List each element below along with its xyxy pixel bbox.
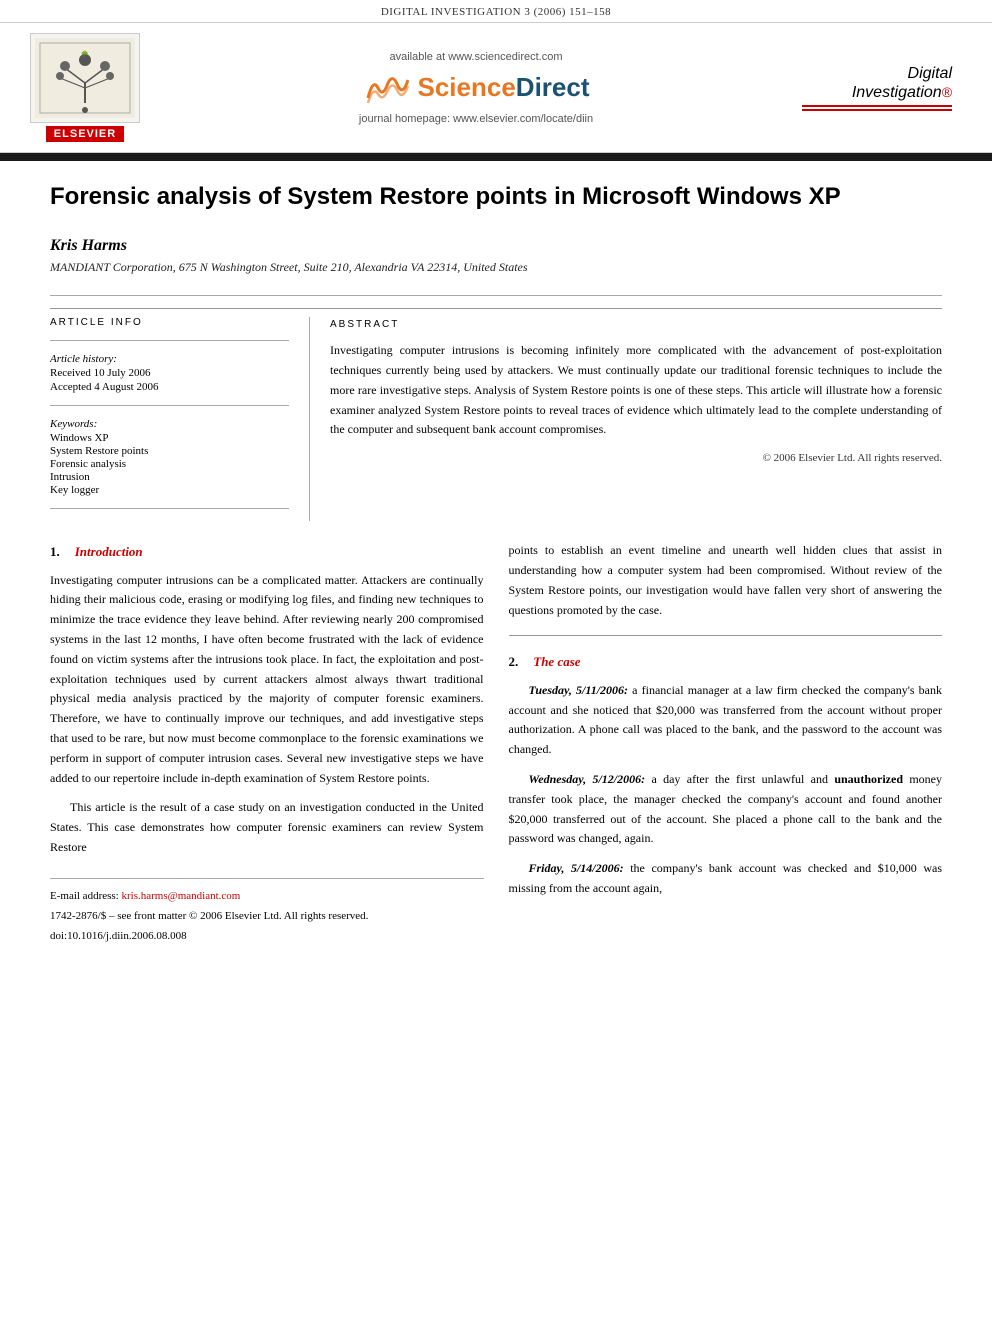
- section2-paragraph-2: Wednesday, 5/12/2006: a day after the fi…: [509, 770, 943, 849]
- received-date: Received 10 July 2006: [50, 367, 289, 379]
- body-columns: 1. Introduction Investigating computer i…: [50, 541, 942, 947]
- info-divider: [50, 340, 289, 341]
- keywords-section: Keywords: Windows XP System Restore poin…: [50, 418, 289, 496]
- email-link[interactable]: kris.harms@mandiant.com: [121, 890, 240, 902]
- abstract-column: ABSTRACT Investigating computer intrusio…: [310, 317, 942, 521]
- elsevier-tree-image: 🌳: [30, 33, 140, 123]
- journal-header: DIGITAL INVESTIGATION 3 (2006) 151–158: [0, 0, 992, 22]
- section1-paragraph-1: Investigating computer intrusions can be…: [50, 571, 484, 789]
- keyword-2: System Restore points: [50, 445, 289, 457]
- copyright-text: © 2006 Elsevier Ltd. All rights reserved…: [330, 450, 942, 468]
- section1-name: Introduction: [75, 541, 143, 562]
- body-left-column: 1. Introduction Investigating computer i…: [50, 541, 484, 947]
- svg-text:🌳: 🌳: [81, 50, 88, 58]
- section2-name: The case: [533, 651, 580, 672]
- keyword-1: Windows XP: [50, 432, 289, 444]
- footnote-email-line: E-mail address: kris.harms@mandiant.com: [50, 887, 484, 905]
- email-label: E-mail address:: [50, 890, 119, 902]
- elsevier-tree-svg: 🌳: [35, 38, 135, 118]
- elsevier-text: ELSEVIER: [46, 126, 124, 142]
- journal-citation: DIGITAL INVESTIGATION 3 (2006) 151–158: [381, 6, 611, 18]
- body-right-column: points to establish an event timeline an…: [509, 541, 943, 947]
- info-divider-2: [50, 405, 289, 406]
- section2-paragraph-3: Friday, 5/14/2006: the company's bank ac…: [509, 859, 943, 899]
- article-info-header: ARTICLE INFO: [50, 317, 289, 328]
- article-info-column: ARTICLE INFO Article history: Received 1…: [50, 317, 310, 521]
- history-label: Article history:: [50, 353, 289, 365]
- author-name: Kris Harms: [50, 237, 942, 255]
- sciencedirect-logo: available at www.sciencedirect.com Scien…: [150, 51, 802, 125]
- footnote-section: E-mail address: kris.harms@mandiant.com …: [50, 878, 484, 945]
- journal-homepage-text: journal homepage: www.elsevier.com/locat…: [150, 113, 802, 125]
- sciencedirect-wave-icon: [363, 68, 413, 108]
- black-divider-bar: [0, 153, 992, 161]
- section2-paragraph-1: Tuesday, 5/11/2006: a financial manager …: [509, 681, 943, 760]
- section1-number: 1.: [50, 541, 60, 562]
- accepted-date: Accepted 4 August 2006: [50, 381, 289, 393]
- section-divider: [509, 635, 943, 636]
- abstract-header: ABSTRACT: [330, 317, 942, 333]
- info-divider-3: [50, 508, 289, 509]
- keyword-3: Forensic analysis: [50, 458, 289, 470]
- header-logos: 🌳 ELSEVIER available at www.sciencedirec…: [0, 22, 992, 153]
- digital-investigation-logo: Digital Investigation®: [802, 64, 952, 111]
- article-meta-grid: ARTICLE INFO Article history: Received 1…: [50, 308, 942, 521]
- main-content: Forensic analysis of System Restore poin…: [0, 161, 992, 977]
- footnote-doi: doi:10.1016/j.diin.2006.08.008: [50, 927, 484, 945]
- article-title: Forensic analysis of System Restore poin…: [50, 181, 942, 217]
- section1-continuation: points to establish an event timeline an…: [509, 541, 943, 620]
- divider-1: [50, 295, 942, 296]
- available-text: available at www.sciencedirect.com: [150, 51, 802, 63]
- section2-number: 2.: [509, 651, 519, 672]
- sciencedirect-brand: ScienceDirect: [150, 68, 802, 108]
- elsevier-logo: 🌳 ELSEVIER: [20, 33, 150, 142]
- section1-title: 1. Introduction: [50, 541, 484, 562]
- di-logo-text: Digital Investigation®: [802, 64, 952, 102]
- footnote-issn: 1742-2876/$ – see front matter © 2006 El…: [50, 907, 484, 925]
- section2-title: 2. The case: [509, 651, 943, 672]
- sciencedirect-text: ScienceDirect: [418, 72, 590, 103]
- keyword-5: Key logger: [50, 484, 289, 496]
- author-affiliation: MANDIANT Corporation, 675 N Washington S…: [50, 260, 942, 275]
- keywords-label: Keywords:: [50, 418, 289, 430]
- keyword-4: Intrusion: [50, 471, 289, 483]
- abstract-text: Investigating computer intrusions is bec…: [330, 341, 942, 440]
- section1-paragraph-2: This article is the result of a case stu…: [50, 798, 484, 857]
